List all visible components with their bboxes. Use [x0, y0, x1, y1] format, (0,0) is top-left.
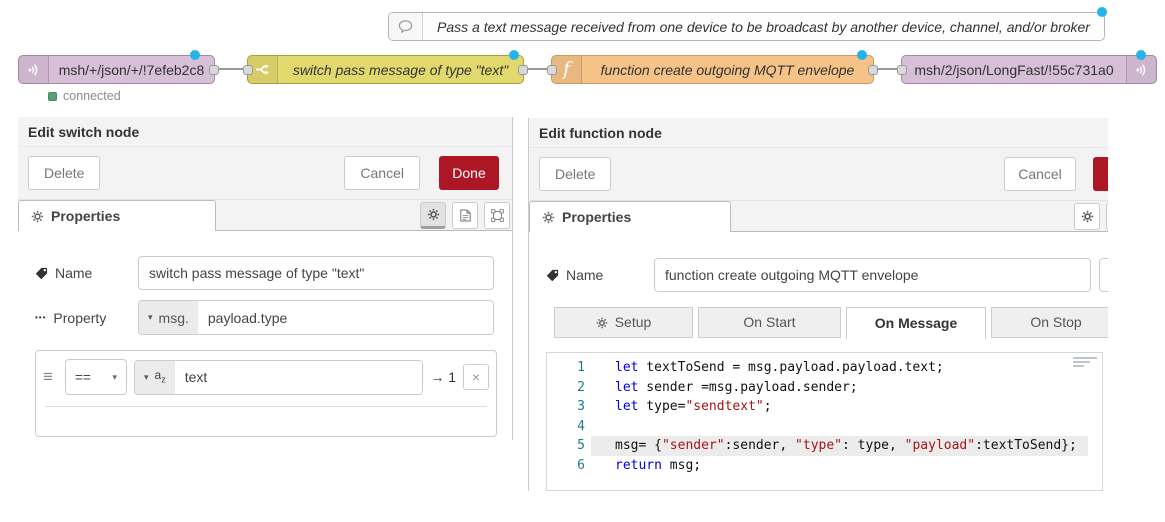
property-type-select[interactable]: ▾ msg.	[139, 301, 198, 334]
code-line-highlighted: 5 msg= {"sender":sender, "type": type, "…	[547, 436, 1102, 456]
rules-container: ≡ == ▾ ▾ az → 1 ×	[35, 350, 497, 437]
msg-prefix: msg.	[159, 310, 189, 326]
mqtt-in-label: msh/+/json/+/!7efeb2c8	[49, 56, 214, 83]
rule-row: ≡ == ▾ ▾ az → 1 ×	[43, 359, 489, 395]
chevron-down-icon: ▾	[112, 372, 117, 383]
function-label: function create outgoing MQTT envelope	[582, 56, 873, 83]
gear-icon	[542, 211, 555, 224]
drag-handle-icon[interactable]: ≡	[43, 367, 58, 387]
name-input[interactable]	[138, 256, 494, 290]
remove-rule-button[interactable]: ×	[463, 364, 489, 390]
input-port[interactable]	[243, 65, 253, 75]
code-line: 2 let sender =msg.payload.sender;	[547, 378, 1102, 398]
delete-button[interactable]: Delete	[28, 156, 100, 190]
function-node[interactable]: f function create outgoing MQTT envelope	[551, 55, 874, 84]
output-port[interactable]	[518, 65, 528, 75]
document-icon	[460, 209, 471, 222]
dialog-buttons: Delete Cancel Done	[18, 147, 512, 200]
comment-icon	[389, 13, 423, 40]
delete-button[interactable]: Delete	[539, 157, 611, 191]
connected-status-text: connected	[63, 89, 121, 103]
tag-icon	[35, 267, 48, 280]
name-row: Name	[546, 258, 1108, 292]
code-line: 6 return msg;	[547, 456, 1102, 476]
name-input[interactable]	[654, 258, 1091, 292]
ellipsis-icon: •••	[35, 313, 46, 322]
properties-icon-button[interactable]	[420, 202, 446, 229]
tab-on-start[interactable]: On Start	[698, 307, 841, 338]
switch-node[interactable]: switch pass message of type "text"	[247, 55, 524, 84]
property-input-group: ▾ msg.	[138, 300, 494, 335]
done-button[interactable]: Done	[1093, 157, 1108, 191]
mqtt-in-node[interactable]: msh/+/json/+/!7efeb2c8 connected	[18, 55, 215, 84]
dialog-tabs: Properties	[18, 200, 512, 231]
changed-indicator	[190, 50, 200, 60]
cancel-button[interactable]: Cancel	[1004, 157, 1076, 191]
appearance-icon-button[interactable]	[484, 202, 510, 229]
edit-switch-node-dialog: Edit switch node Delete Cancel Done Prop…	[18, 117, 513, 440]
changed-indicator	[1136, 50, 1146, 60]
property-input[interactable]	[198, 301, 493, 334]
name-label: Name	[546, 267, 654, 283]
tab-on-stop[interactable]: On Stop	[991, 307, 1108, 338]
dialog-title: Edit function node	[529, 118, 1108, 148]
gear-icon	[427, 208, 440, 221]
tag-icon	[546, 269, 559, 282]
switch-label: switch pass message of type "text"	[278, 56, 523, 83]
tab-setup[interactable]: Setup	[554, 307, 693, 338]
input-port[interactable]	[547, 65, 557, 75]
properties-icon-button[interactable]	[1074, 203, 1100, 230]
node-red-workspace: Pass a text message received from one de…	[0, 0, 1165, 522]
wifi-icon	[19, 56, 49, 83]
output-port[interactable]	[868, 65, 878, 75]
changed-indicator	[509, 50, 519, 60]
expand-editor-button[interactable]	[1099, 258, 1108, 292]
gear-icon	[596, 317, 608, 329]
code-line: 4	[547, 417, 1102, 437]
tab-properties[interactable]: Properties	[18, 200, 216, 231]
mqtt-out-node[interactable]: msh/2/json/LongFast/!55c731a0	[901, 55, 1157, 84]
connected-status-icon	[48, 92, 57, 101]
divider	[45, 406, 487, 407]
changed-indicator	[857, 50, 867, 60]
edit-function-node-dialog: Edit function node Delete Cancel Done Pr…	[528, 118, 1108, 491]
property-row: ••• Property ▾ msg.	[35, 300, 494, 335]
output-port[interactable]	[209, 65, 219, 75]
chevron-down-icon: ▾	[144, 372, 149, 383]
gear-icon	[31, 210, 44, 223]
changed-indicator	[1097, 7, 1107, 17]
code-editor[interactable]: 1 let textToSend = msg.payload.payload.t…	[546, 352, 1103, 491]
property-label: ••• Property	[35, 310, 138, 326]
rule-value-input[interactable]	[175, 361, 423, 394]
code-line: 1 let textToSend = msg.payload.payload.t…	[547, 358, 1102, 378]
chevron-down-icon: ▾	[148, 312, 153, 323]
rule-operator-select[interactable]: == ▾	[65, 359, 127, 395]
dialog-buttons: Delete Cancel Done	[529, 148, 1108, 201]
comment-node[interactable]: Pass a text message received from one de…	[388, 12, 1105, 41]
gear-icon	[1081, 210, 1094, 223]
selection-frame-icon	[491, 209, 504, 222]
function-editor-tabs: Setup On Start On Message On Stop	[554, 307, 1108, 340]
mqtt-out-label: msh/2/json/LongFast/!55c731a0	[902, 56, 1126, 83]
name-label: Name	[35, 265, 138, 281]
rule-value-type-select[interactable]: ▾ az	[135, 361, 175, 394]
rule-output-indicator: → 1	[430, 369, 456, 385]
wifi-icon	[1126, 56, 1156, 83]
tab-on-message[interactable]: On Message	[846, 307, 986, 340]
string-type-icon: az	[155, 369, 166, 384]
name-row: Name	[35, 256, 494, 290]
minimap[interactable]	[1073, 357, 1099, 369]
tab-properties[interactable]: Properties	[529, 201, 731, 232]
code-line: 3 let type="sendtext";	[547, 397, 1102, 417]
description-icon-button[interactable]	[452, 202, 478, 229]
comment-label: Pass a text message received from one de…	[423, 13, 1104, 40]
rule-value-group: ▾ az	[134, 360, 423, 395]
node-status: connected	[48, 89, 121, 103]
done-button[interactable]: Done	[439, 156, 499, 190]
dialog-tabs: Properties	[529, 201, 1108, 232]
dialog-title: Edit switch node	[18, 117, 512, 147]
cancel-button[interactable]: Cancel	[344, 156, 420, 190]
description-icon-button[interactable]	[1106, 203, 1108, 230]
input-port[interactable]	[897, 65, 907, 75]
